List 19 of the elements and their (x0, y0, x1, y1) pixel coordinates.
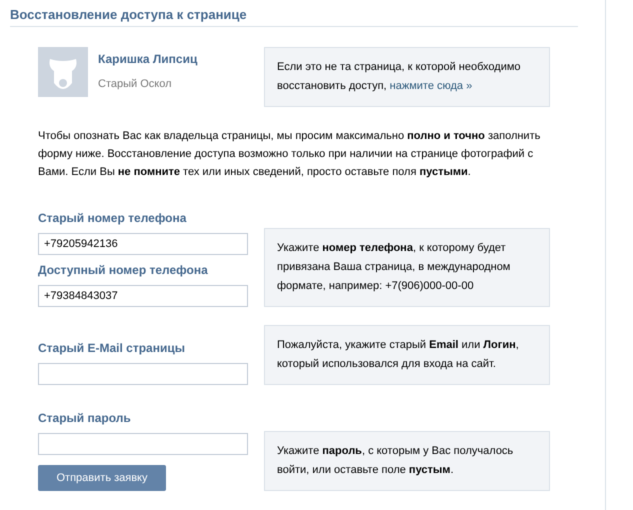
input-field[interactable] (38, 363, 248, 385)
field-label: Старый пароль (38, 411, 132, 425)
hint-box: Пожалуйста, укажите старый Email или Логин, который использовался для входа на сайт. (264, 325, 550, 385)
field-label: Старый E-Mail страницы (38, 341, 186, 355)
intro-text: Чтобы опознать Вас как владельца страницы, мы просим максимально полно и точно заполнить форму ниже. Восстановление доступа возможно только при наличии на странице фотографий с Вами. Если Вы не помните тех или иных сведений, просто оставьте поля пустыми. (38, 129, 542, 180)
input-field[interactable]: +79384843037 (38, 285, 248, 307)
submit-button[interactable]: Отправить заявку (38, 465, 166, 491)
click-here-link[interactable]: нажмите сюда » (390, 80, 472, 92)
page-title: Восстановление доступа к странице (10, 7, 578, 27)
profile-name[interactable]: Каришка Липсиц (98, 52, 198, 66)
hint-box: Укажите пароль, с которым у Вас получалось войти, или оставьте поле пустым. (264, 431, 550, 491)
profile-city: Старый Оскол (98, 78, 172, 90)
input-field[interactable] (38, 433, 248, 455)
notice-box: Если это не та страница, к которой необходимо восстановить доступ, нажмите сюда » (264, 47, 550, 107)
field-label: Старый номер телефона (38, 211, 188, 225)
avatar-icon (38, 47, 88, 97)
field-label: Доступный номер телефона (38, 263, 209, 277)
hint-box: Укажите номер телефона, к которому будет привязана Ваша страница, в международном формате, например: +7(906)000-00-00 (264, 228, 550, 307)
input-field[interactable]: +79205942136 (38, 233, 248, 255)
